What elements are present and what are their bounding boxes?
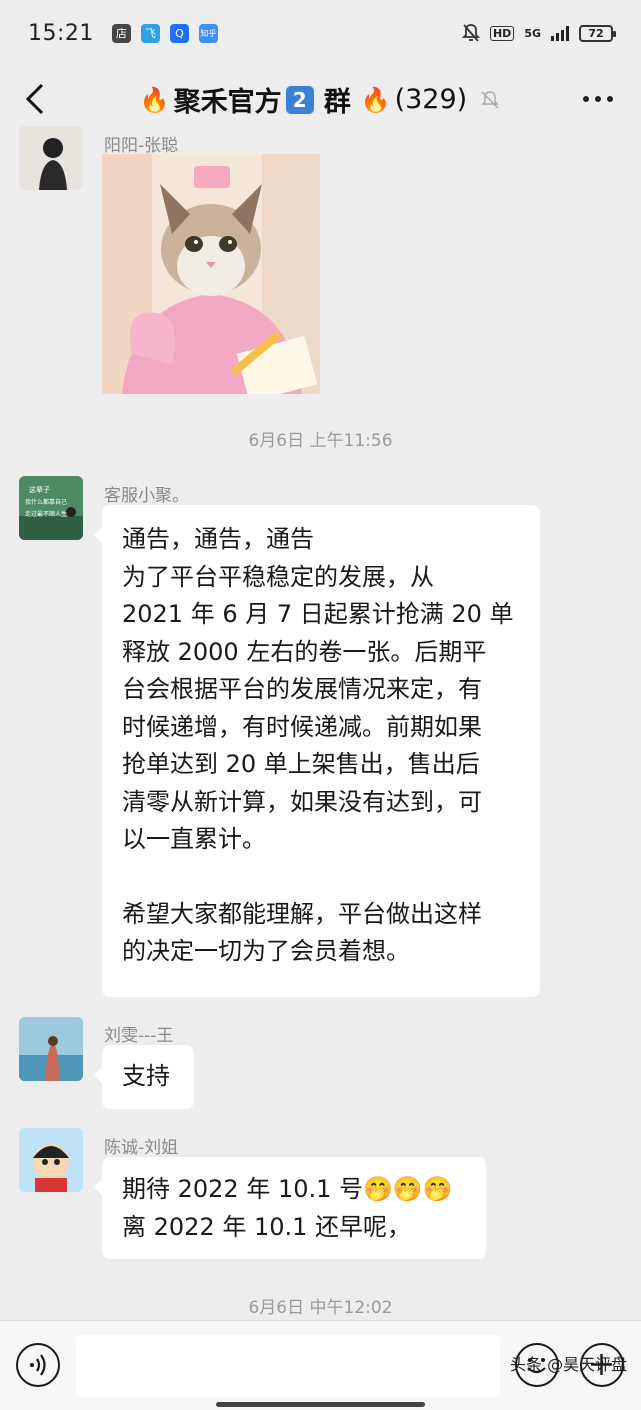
message-bubble[interactable]: 期待 2022 年 10.1 号🤭🤭🤭 离 2022 年 10.1 还早呢， (94, 1157, 486, 1259)
signal-icon (551, 25, 569, 41)
message-line: 希望大家都能理解，平台做出这样 (122, 899, 482, 928)
voice-input-button[interactable] (16, 1343, 60, 1387)
sender-name: 阳阳-张聪 (104, 136, 179, 156)
avatar[interactable] (19, 1128, 83, 1192)
home-indicator[interactable] (216, 1402, 425, 1407)
sender-name: 陈诚-刘姐 (104, 1138, 179, 1158)
qq-app-icon: Q (169, 23, 189, 43)
message-line: 台会根据平台的发展情况来定，有 (122, 675, 482, 703)
svg-text:这辈子: 这辈子 (29, 485, 50, 494)
sender-name: 客服小聚。 (104, 486, 189, 506)
timestamp: 6月6日 上午11:56 (248, 431, 393, 451)
mute-bell-icon (481, 90, 499, 109)
status-time: 15:21 (28, 20, 94, 46)
message-line: 清零从新计算，如果没有达到，可 (122, 787, 482, 816)
watermark: 头条 @昊天评盘 (510, 1355, 628, 1374)
cat-nurse-photo-icon (102, 154, 320, 394)
message-input[interactable] (76, 1335, 500, 1397)
message-line: 2021 年 6 月 7 日起累计抢满 20 单 (122, 600, 514, 628)
message-line: 期待 2022 年 10.1 号🤭🤭🤭 (122, 1175, 453, 1203)
network-type: 5G (524, 26, 541, 40)
avatar[interactable] (19, 1017, 83, 1081)
battery-icon: 72 (579, 24, 616, 42)
message-line (122, 859, 520, 896)
message-line: 以一直累计。 (122, 825, 266, 853)
chat-title: 🔥 聚禾官方 2 群 🔥 (329) (0, 80, 641, 119)
message-line: 为了平台平稳稳定的发展，从 (122, 562, 434, 591)
message-line: 抢单达到 20 单上架售出，售出后 (122, 750, 480, 778)
message-line: 通告，通告，通告 (122, 525, 314, 553)
message-line: 离 2022 年 10.1 还早呢， (122, 1212, 412, 1241)
group-suffix: 群 (323, 87, 351, 118)
avatar[interactable]: 这辈子我什么都靠自己 走过最不顺人生 (19, 476, 83, 540)
more-options-button[interactable] (583, 96, 613, 102)
chat-header: 🔥 聚禾官方 2 群 🔥 (329) (0, 66, 641, 132)
system-icons: HD 5G 72 (461, 23, 616, 43)
svg-text:走过最不顺人生: 走过最不顺人生 (25, 510, 67, 518)
timestamp: 6月6日 中午12:02 (248, 1298, 393, 1318)
message-line: 支持 (122, 1062, 170, 1090)
zhihu-app-icon: 知乎 (198, 23, 218, 43)
cat-image[interactable] (102, 154, 320, 394)
voice-icon (30, 1354, 46, 1376)
fire-emoji-icon: 🔥 (360, 85, 391, 114)
hd-icon: HD (489, 25, 515, 41)
avatar[interactable] (19, 126, 83, 190)
bell-off-icon (461, 24, 480, 42)
store-app-icon: 店 (111, 23, 131, 43)
message-bubble[interactable]: 支持 (94, 1045, 194, 1109)
message-bubble[interactable]: 通告，通告，通告 为了平台平稳稳定的发展，从 2021 年 6 月 7 日起累计… (94, 505, 540, 997)
notification-icons: 店 飞 Q 知乎 (111, 23, 218, 43)
feishu-app-icon: 飞 (140, 23, 160, 43)
member-count: (329) (394, 84, 468, 115)
message-line: 释放 2000 左右的卷一张。后期平 (122, 637, 487, 666)
group-number-badge: 2 (285, 85, 314, 114)
message-line: 时候递增，有时候递减。前期如果 (122, 712, 482, 741)
fire-emoji-icon: 🔥 (139, 85, 170, 114)
svg-text:我什么都靠自己: 我什么都靠自己 (25, 498, 67, 506)
group-name: 聚禾官方 (173, 87, 282, 118)
message-line: 的决定一切为了会员着想。 (122, 937, 410, 965)
sender-name: 刘雯---王 (104, 1026, 174, 1046)
status-bar: 15:21 店 飞 Q 知乎 HD 5G 72 (0, 0, 641, 66)
